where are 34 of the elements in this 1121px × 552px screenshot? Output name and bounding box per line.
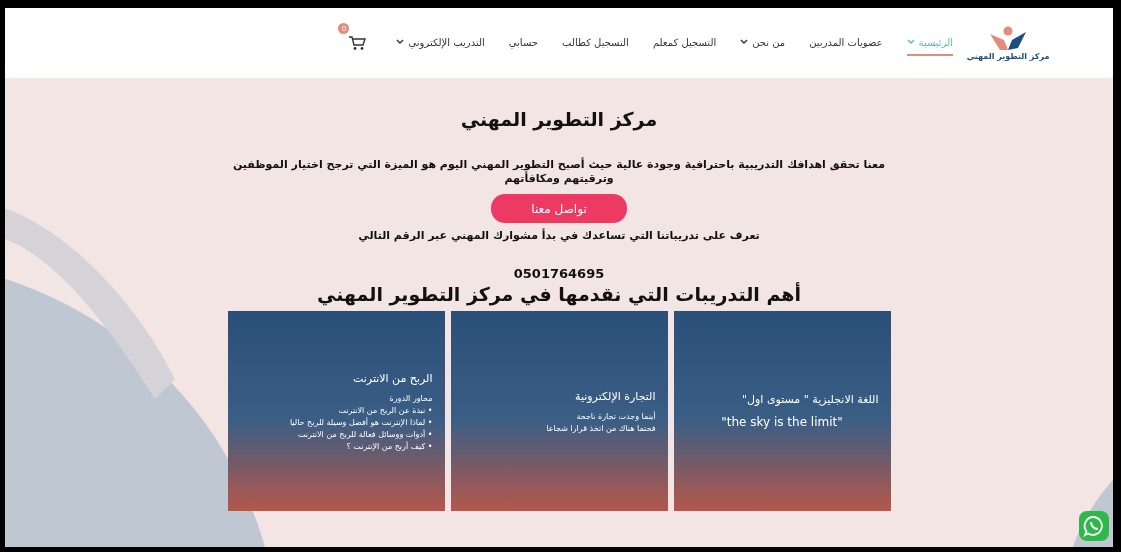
- section-heading: أهم التدريبات التي نقدمها في مركز التطوير المهني: [317, 283, 801, 305]
- intro-text: معنا تحقق اهدافك التدريبية باحترافية وجودة عالية حيث أصبح التطوير المهني اليوم هو الميزة التي ترجح اختيار الموظفين وترقيتهم ومكافأتهم: [231, 158, 887, 186]
- logo-icon: [988, 25, 1028, 52]
- course-card[interactable]: الربح من الانترنت محاور الدورة • نبذة عن الربح من الانترنت • لماذا الإنترنت هو أفضل وسيلة للربح حاليا • أدوات ووسائل فعالة للربح من الانترنت • كيف أربح من الإنترنت ؟: [227, 311, 445, 511]
- course-text: • نبذة عن الربح من الانترنت: [338, 405, 433, 415]
- phone-number: 0501764695: [513, 266, 605, 281]
- course-title: الربح من الانترنت: [352, 371, 433, 385]
- nav-link[interactable]: التسجيل كطالب: [562, 30, 629, 56]
- chevron-down-icon: [906, 39, 915, 45]
- nav-link[interactable]: من نحن: [740, 30, 786, 56]
- info-text: تعرف على تدريباتنا التي تساعدك في بدأ مشوارك المهني عبر الرقم التالي: [358, 229, 760, 242]
- course-title: التجارة الإلكترونية: [575, 389, 656, 403]
- course-text: • كيف أربح من الإنترنت ؟: [346, 441, 433, 451]
- nav-link[interactable]: التدريب الإلكتروني: [396, 30, 485, 56]
- nav-link[interactable]: حسابي: [508, 30, 538, 56]
- course-text: أينما وجدت تجارة ناجحة: [576, 411, 656, 421]
- nav-link[interactable]: عضويات المدربين: [809, 30, 883, 56]
- site-logo[interactable]: مركز التطوير المهني: [963, 25, 1053, 61]
- contact-button[interactable]: تواصل معنا: [491, 194, 627, 223]
- course-text: "the sky is the limit": [721, 415, 843, 429]
- course-text: • أدوات ووسائل فعالة للربح من الانترنت: [297, 429, 433, 439]
- course-title: اللغة الانجليزية " مستوى اول": [741, 393, 879, 406]
- nav-link[interactable]: التسجيل كمعلم: [652, 30, 717, 56]
- page-title: مركز التطوير المهني: [460, 108, 658, 130]
- whatsapp-button[interactable]: [1079, 511, 1109, 541]
- course-text: محاور الدورة: [389, 393, 433, 403]
- course-text: • لماذا الإنترنت هو أفضل وسيلة للربح حاليا: [289, 417, 433, 427]
- chat-bubble-icon: [1083, 515, 1105, 537]
- cart-icon: [348, 35, 367, 51]
- course-text: فحتما هناك من اتخذ قرارا شجاعا: [546, 423, 656, 433]
- cart-button[interactable]: [346, 33, 369, 53]
- chevron-down-icon: [396, 39, 405, 45]
- course-card[interactable]: التجارة الإلكترونية أينما وجدت تجارة ناجحة فحتما هناك من اتخذ قرارا شجاعا: [450, 311, 668, 511]
- chevron-down-icon: [740, 39, 749, 45]
